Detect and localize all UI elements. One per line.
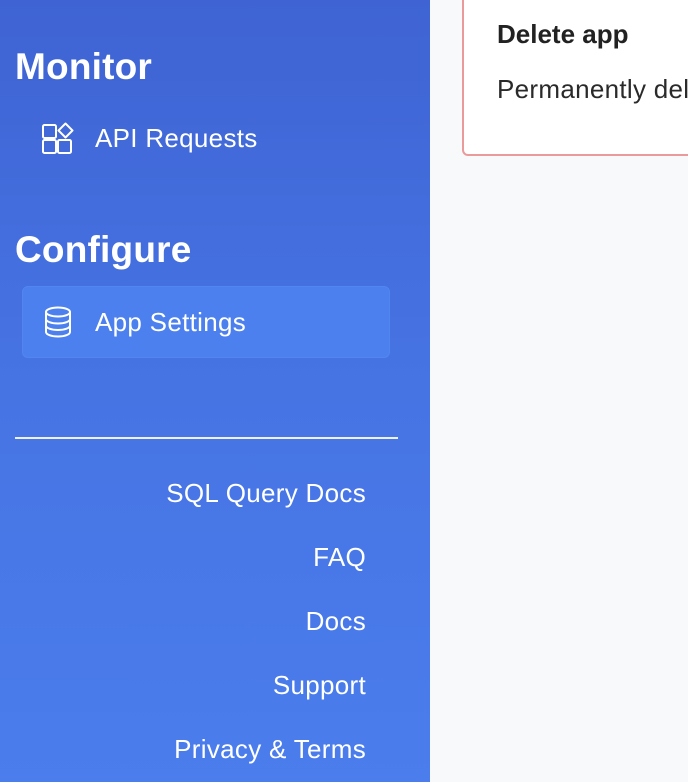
footer-link-faq[interactable]: FAQ — [313, 544, 366, 570]
delete-app-description: Permanently delete this app — [497, 74, 688, 104]
section-heading-monitor: Monitor — [15, 46, 153, 87]
sidebar-item-label: App Settings — [95, 306, 247, 337]
danger-zone-card: Delete app Permanently delete this app — [462, 0, 688, 156]
widgets-icon — [40, 120, 76, 156]
section-heading-configure: Configure — [15, 229, 192, 270]
sidebar-item-app-settings[interactable]: App Settings — [22, 286, 390, 358]
sidebar: Monitor API Requests Configure App Setti… — [0, 0, 430, 782]
footer-link-sql-query-docs[interactable]: SQL Query Docs — [166, 480, 366, 506]
sidebar-item-api-requests[interactable]: API Requests — [22, 102, 390, 174]
app-window: Monitor API Requests Configure App Setti… — [0, 0, 688, 782]
sidebar-item-label: API Requests — [95, 122, 258, 153]
delete-app-title: Delete app — [497, 19, 629, 49]
footer-link-privacy-terms[interactable]: Privacy & Terms — [174, 736, 366, 762]
main-content: Delete app Permanently delete this app — [430, 0, 688, 782]
footer-link-docs[interactable]: Docs — [306, 608, 366, 634]
sidebar-divider — [15, 437, 398, 439]
database-icon — [40, 304, 76, 340]
footer-link-support[interactable]: Support — [273, 672, 366, 698]
